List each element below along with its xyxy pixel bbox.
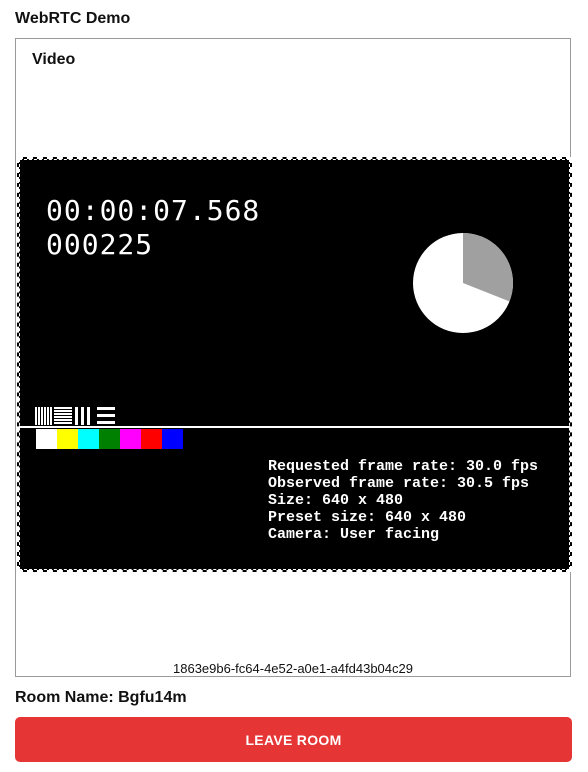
video-card: Video 00:00:07.568 000225 Requested fram… — [15, 38, 572, 677]
color-bars — [36, 429, 183, 449]
color-bar-6 — [162, 429, 183, 449]
stream-info-line: Preset size: 640 x 480 — [268, 509, 467, 526]
stream-info-line: Camera: User facing — [268, 526, 440, 543]
stream-info-line: Requested frame rate: 30.0 fps — [268, 458, 539, 475]
participant-id: 1863e9b6-fc64-4e52-a0e1-a4fd43b04c29 — [173, 661, 413, 676]
leave-room-button[interactable]: LEAVE ROOM — [15, 717, 572, 762]
video-card-title: Video — [32, 51, 76, 68]
color-bar-3 — [99, 429, 120, 449]
color-bar-1 — [57, 429, 78, 449]
video-divider-line — [19, 426, 570, 428]
video-frame-count: 000225 — [46, 228, 154, 261]
color-bar-0 — [36, 429, 57, 449]
video-timecode: 00:00:07.568 — [46, 194, 261, 227]
color-bar-4 — [120, 429, 141, 449]
stream-info: Requested frame rate: 30.0 fps Observed f… — [268, 458, 538, 543]
resolution-pattern-icon — [35, 407, 115, 425]
video-stream: 00:00:07.568 000225 Requested frame rate… — [17, 157, 572, 572]
progress-pie — [413, 233, 514, 333]
stream-info-line: Size: 640 x 480 — [268, 492, 404, 509]
stream-info-line: Observed frame rate: 30.5 fps — [268, 475, 530, 492]
color-bar-5 — [141, 429, 162, 449]
room-name: Room Name: Bgfu14m — [15, 689, 187, 706]
color-bar-2 — [78, 429, 99, 449]
app-title: WebRTC Demo — [15, 10, 131, 27]
